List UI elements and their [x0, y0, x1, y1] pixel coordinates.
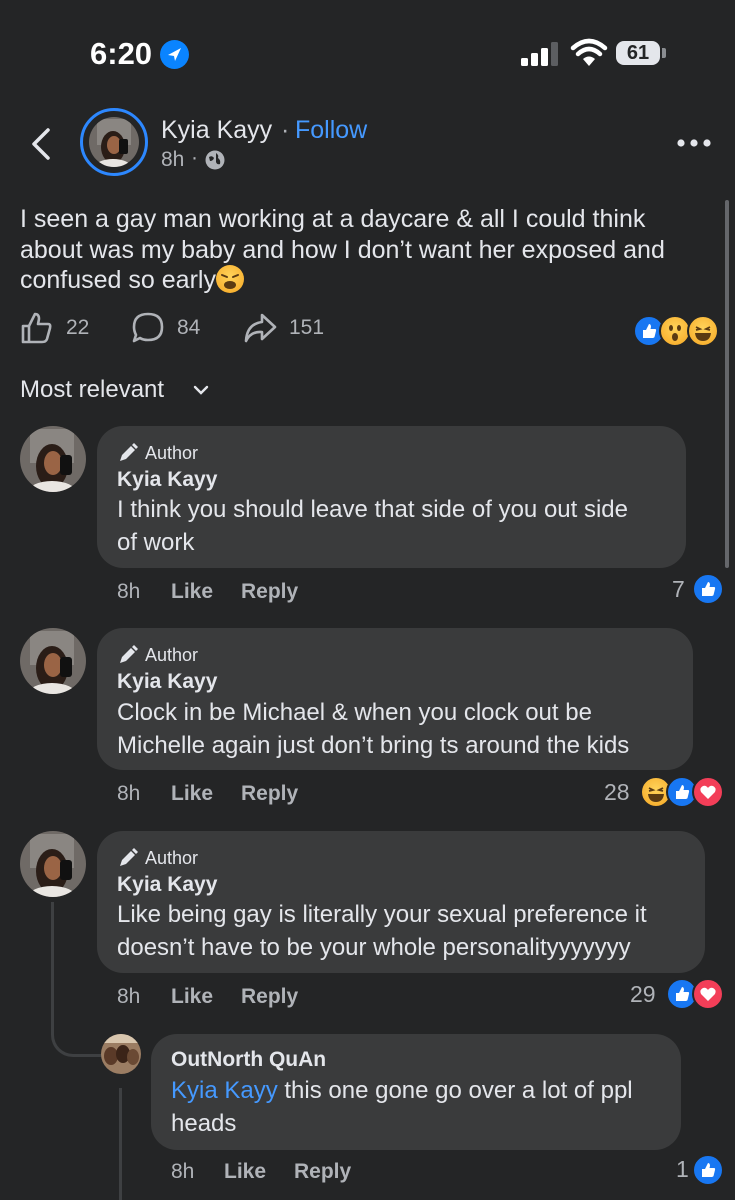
comment-text-line: Like being gay is literally your sexual … — [117, 901, 647, 928]
love-reaction-icon — [692, 978, 724, 1010]
reply-author-name[interactable]: OutNorth QuAn — [171, 1048, 326, 1072]
pen-icon — [120, 645, 138, 663]
share-count: 151 — [289, 316, 325, 339]
comment-like-button[interactable]: Like — [171, 580, 213, 604]
comment-text-line: of work — [117, 529, 195, 556]
pen-icon — [120, 443, 138, 461]
comment-text-line: Michelle again just don’t bring ts aroun… — [117, 732, 630, 759]
post-text-content: I seen a gay man working at a daycare & … — [20, 205, 665, 294]
comment-avatar[interactable] — [20, 831, 86, 897]
cellular-signal-icon — [521, 42, 558, 66]
status-time: 6:20 — [90, 36, 153, 71]
post-text: I seen a gay man working at a daycare & … — [20, 204, 710, 296]
comment-text-line: I think you should leave that side of yo… — [117, 496, 628, 523]
comment-count: 84 — [177, 316, 201, 339]
thread-line — [51, 902, 54, 1028]
comment-reaction-count[interactable]: 28 — [604, 779, 630, 806]
reply-reply-button[interactable]: Reply — [294, 1160, 351, 1184]
comment-reply-button[interactable]: Reply — [241, 985, 298, 1009]
thumbs-up-icon — [21, 312, 52, 344]
comment-reply-button[interactable]: Reply — [241, 782, 298, 806]
name-separator: · — [281, 116, 290, 144]
share-action[interactable]: 151 — [243, 311, 324, 345]
back-chevron-icon[interactable] — [24, 124, 60, 164]
love-reaction-icon — [692, 776, 724, 808]
reply-text-line: Kyia Kayy this one gone go over a lot of… — [171, 1074, 633, 1107]
author-badge: Author — [117, 847, 198, 869]
comment-like-button[interactable]: Like — [171, 985, 213, 1009]
thread-branch — [51, 1016, 102, 1057]
comment-bubble[interactable]: Author Kyia Kayy Like being gay is liter… — [97, 831, 705, 973]
author-badge-label: Author — [145, 847, 199, 868]
like-reaction-icon — [692, 573, 724, 605]
comment-time[interactable]: 8h — [117, 985, 140, 1009]
comment-avatar[interactable] — [20, 426, 86, 492]
comment-time[interactable]: 8h — [117, 580, 140, 604]
comment-bubble[interactable]: Author Kyia Kayy Clock in be Michael & w… — [97, 628, 693, 770]
post-timestamp[interactable]: 8h — [161, 148, 184, 172]
haha-reaction-icon — [687, 315, 719, 347]
follow-button[interactable]: Follow — [295, 116, 367, 145]
like-count: 22 — [66, 316, 90, 339]
comment-like-button[interactable]: Like — [171, 782, 213, 806]
reply-thread-line — [119, 1088, 122, 1200]
poster-name[interactable]: Kyia Kayy — [161, 116, 272, 145]
mention-link[interactable]: Kyia Kayy — [171, 1077, 278, 1104]
reply-text-line: heads — [171, 1110, 237, 1137]
comment-reaction-count[interactable]: 29 — [630, 981, 656, 1008]
more-options-icon[interactable] — [676, 138, 712, 148]
battery-level: 61 — [616, 41, 660, 65]
comment-reaction-count[interactable]: 7 — [672, 576, 685, 603]
author-badge-label: Author — [145, 442, 199, 463]
pen-icon — [120, 848, 138, 866]
author-badge-label: Author — [145, 644, 199, 665]
comment-time[interactable]: 8h — [117, 782, 140, 806]
comment-reply-button[interactable]: Reply — [241, 580, 298, 604]
like-reaction-icon — [692, 1154, 724, 1186]
scrollbar[interactable] — [725, 200, 729, 568]
author-badge: Author — [117, 442, 198, 464]
comment-bubble-icon — [132, 312, 164, 343]
comment-text-line: doesn’t have to be your whole personalit… — [117, 934, 631, 961]
globe-icon — [205, 150, 225, 170]
share-arrow-icon — [244, 313, 277, 343]
like-action[interactable]: 22 — [20, 311, 89, 345]
comment-action[interactable]: 84 — [131, 311, 200, 345]
comment-author-name[interactable]: Kyia Kayy — [117, 468, 217, 492]
comment-bubble[interactable]: Author Kyia Kayy I think you should leav… — [97, 426, 686, 568]
reply-bubble[interactable]: OutNorth QuAn Kyia Kayy this one gone go… — [151, 1034, 681, 1150]
comment-author-name[interactable]: Kyia Kayy — [117, 873, 217, 897]
poster-avatar[interactable] — [80, 108, 148, 176]
chevron-down-icon[interactable] — [192, 384, 210, 396]
sort-most-relevant[interactable]: Most relevant — [20, 376, 164, 404]
reply-avatar[interactable] — [101, 1034, 141, 1074]
wifi-icon — [570, 38, 608, 66]
comment-avatar[interactable] — [20, 628, 86, 694]
reply-reaction-count[interactable]: 1 — [676, 1156, 689, 1183]
comment-author-name[interactable]: Kyia Kayy — [117, 670, 217, 694]
battery-nub — [662, 48, 666, 58]
post-reactions[interactable] — [633, 315, 719, 347]
reply-like-button[interactable]: Like — [224, 1160, 266, 1184]
timestamp-separator: · — [191, 146, 198, 169]
reply-text-content: this one gone go over a lot of ppl — [277, 1077, 633, 1104]
author-badge: Author — [117, 644, 198, 666]
weary-face-emoji-icon — [215, 265, 244, 293]
reply-time[interactable]: 8h — [171, 1160, 194, 1184]
comment-text-line: Clock in be Michael & when you clock out… — [117, 699, 592, 726]
location-arrow-icon — [160, 40, 189, 69]
